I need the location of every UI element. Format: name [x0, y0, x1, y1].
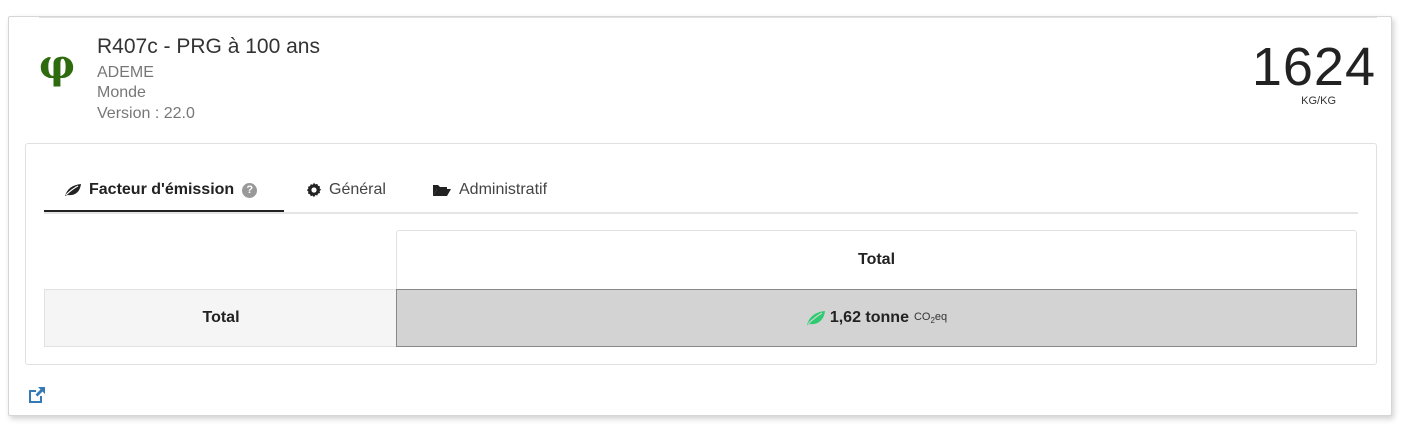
card-top-divider: [39, 17, 1377, 18]
leaf-icon: [806, 311, 825, 325]
total-value: 1,62 tonne: [829, 309, 909, 326]
active-tab-underline: [44, 210, 284, 212]
column-header-total: Total: [396, 230, 1357, 289]
tab-administrative[interactable]: Administratif: [432, 170, 547, 210]
row-header-total: Total: [44, 289, 397, 347]
emission-unit: KG/KG: [1301, 95, 1336, 107]
version-label: Version : 22.0: [97, 105, 195, 122]
tab-administrative-label: Administratif: [459, 181, 548, 198]
source-label: ADEME: [97, 64, 154, 81]
help-icon[interactable]: ?: [242, 182, 258, 198]
total-value-cell: 1,62 tonne CO2eq: [396, 289, 1357, 347]
details-panel: Facteur d'émission ? Général Administrat…: [25, 143, 1377, 365]
gear-icon: [306, 182, 322, 198]
emission-value: 1624: [1251, 37, 1376, 97]
region-label: Monde: [97, 84, 146, 101]
phi-logo-icon: φ: [38, 41, 76, 88]
leaf-icon: [65, 184, 81, 196]
page-title: R407c - PRG à 100 ans: [97, 35, 320, 58]
tab-bar: Facteur d'émission ? Général Administrat…: [44, 170, 1358, 214]
external-link-icon[interactable]: [27, 385, 47, 405]
tab-emission-factor-label: Facteur d'émission: [89, 181, 235, 198]
tab-emission-factor[interactable]: Facteur d'émission ?: [64, 170, 258, 210]
emission-factor-card: φ R407c - PRG à 100 ans ADEME Monde Vers…: [8, 16, 1392, 416]
tab-general[interactable]: Général: [306, 170, 386, 210]
folder-open-icon: [433, 185, 451, 196]
tab-general-label: Général: [329, 181, 386, 198]
co2eq-unit: CO2eq: [913, 310, 948, 326]
